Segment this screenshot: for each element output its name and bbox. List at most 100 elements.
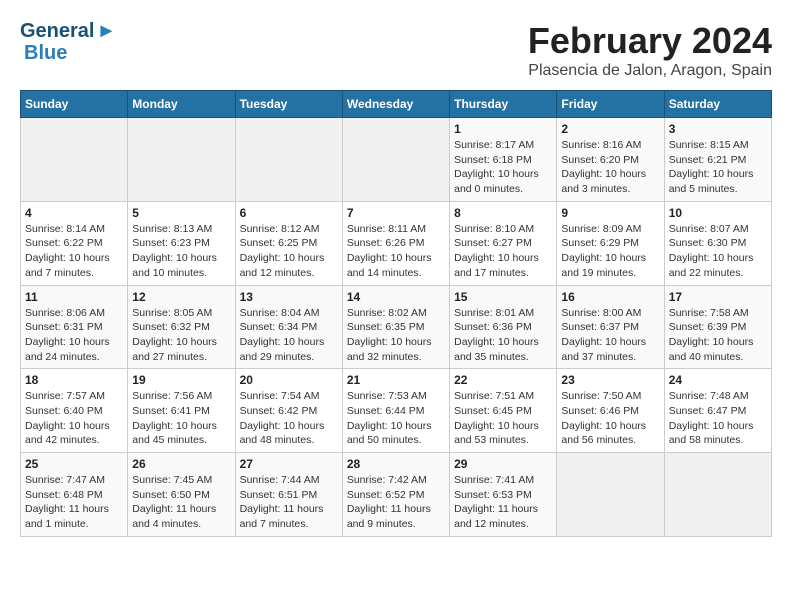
calendar-cell: 6 Sunrise: 8:12 AM Sunset: 6:25 PM Daylig…: [235, 201, 342, 285]
day-info: Sunrise: 8:10 AM Sunset: 6:27 PM Dayligh…: [454, 222, 552, 281]
day-number: 11: [25, 290, 123, 304]
day-number: 28: [347, 457, 445, 471]
header-wednesday: Wednesday: [342, 91, 449, 118]
day-info: Sunrise: 8:09 AM Sunset: 6:29 PM Dayligh…: [561, 222, 659, 281]
calendar-cell: 29 Sunrise: 7:41 AM Sunset: 6:53 PM Dayli…: [450, 453, 557, 537]
calendar-cell: 23 Sunrise: 7:50 AM Sunset: 6:46 PM Dayli…: [557, 369, 664, 453]
calendar-week-0: 1 Sunrise: 8:17 AM Sunset: 6:18 PM Daylig…: [21, 118, 772, 202]
day-number: 4: [25, 206, 123, 220]
calendar-cell: 17 Sunrise: 7:58 AM Sunset: 6:39 PM Dayli…: [664, 285, 771, 369]
header-saturday: Saturday: [664, 91, 771, 118]
calendar-cell: 25Sunrise: 7:47 AM Sunset: 6:48 PM Dayli…: [21, 453, 128, 537]
calendar-cell: 7 Sunrise: 8:11 AM Sunset: 6:26 PM Daylig…: [342, 201, 449, 285]
logo-blue: Blue: [24, 42, 116, 64]
day-number: 14: [347, 290, 445, 304]
header: General ► Blue February 2024 Plasencia d…: [20, 20, 772, 80]
calendar-cell: 8 Sunrise: 8:10 AM Sunset: 6:27 PM Daylig…: [450, 201, 557, 285]
day-info: Sunrise: 8:14 AM Sunset: 6:22 PM Dayligh…: [25, 222, 123, 281]
calendar-cell: 12Sunrise: 8:05 AM Sunset: 6:32 PM Dayli…: [128, 285, 235, 369]
calendar-cell: [21, 118, 128, 202]
logo: General ► Blue: [20, 20, 116, 64]
logo-general: General: [20, 20, 94, 42]
day-info: Sunrise: 7:58 AM Sunset: 6:39 PM Dayligh…: [669, 306, 767, 365]
day-info: Sunrise: 7:44 AM Sunset: 6:51 PM Dayligh…: [240, 473, 338, 532]
day-info: Sunrise: 7:54 AM Sunset: 6:42 PM Dayligh…: [240, 389, 338, 448]
day-info: Sunrise: 8:13 AM Sunset: 6:23 PM Dayligh…: [132, 222, 230, 281]
calendar-week-3: 18 Sunrise: 7:57 AM Sunset: 6:40 PM Dayli…: [21, 369, 772, 453]
header-monday: Monday: [128, 91, 235, 118]
header-thursday: Thursday: [450, 91, 557, 118]
calendar-cell: 3 Sunrise: 8:15 AM Sunset: 6:21 PM Daylig…: [664, 118, 771, 202]
day-info: Sunrise: 7:51 AM Sunset: 6:45 PM Dayligh…: [454, 389, 552, 448]
calendar-cell: 21Sunrise: 7:53 AM Sunset: 6:44 PM Dayli…: [342, 369, 449, 453]
day-number: 26: [132, 457, 230, 471]
day-info: Sunrise: 8:02 AM Sunset: 6:35 PM Dayligh…: [347, 306, 445, 365]
calendar-cell: 27 Sunrise: 7:44 AM Sunset: 6:51 PM Dayli…: [235, 453, 342, 537]
calendar-subtitle: Plasencia de Jalon, Aragon, Spain: [528, 62, 772, 80]
calendar-cell: 28 Sunrise: 7:42 AM Sunset: 6:52 PM Dayli…: [342, 453, 449, 537]
calendar-cell: [128, 118, 235, 202]
day-number: 7: [347, 206, 445, 220]
calendar-header-row: Sunday Monday Tuesday Wednesday Thursday…: [21, 91, 772, 118]
calendar-cell: 24Sunrise: 7:48 AM Sunset: 6:47 PM Dayli…: [664, 369, 771, 453]
calendar-cell: [664, 453, 771, 537]
calendar-cell: 9 Sunrise: 8:09 AM Sunset: 6:29 PM Daylig…: [557, 201, 664, 285]
day-info: Sunrise: 8:01 AM Sunset: 6:36 PM Dayligh…: [454, 306, 552, 365]
day-number: 20: [240, 373, 338, 387]
day-info: Sunrise: 7:47 AM Sunset: 6:48 PM Dayligh…: [25, 473, 123, 532]
calendar-cell: 19Sunrise: 7:56 AM Sunset: 6:41 PM Dayli…: [128, 369, 235, 453]
calendar-cell: 13 Sunrise: 8:04 AM Sunset: 6:34 PM Dayli…: [235, 285, 342, 369]
calendar-cell: 14 Sunrise: 8:02 AM Sunset: 6:35 PM Dayli…: [342, 285, 449, 369]
day-number: 15: [454, 290, 552, 304]
day-number: 8: [454, 206, 552, 220]
day-info: Sunrise: 8:15 AM Sunset: 6:21 PM Dayligh…: [669, 138, 767, 197]
day-number: 22: [454, 373, 552, 387]
day-number: 24: [669, 373, 767, 387]
day-number: 18: [25, 373, 123, 387]
calendar-week-4: 25Sunrise: 7:47 AM Sunset: 6:48 PM Dayli…: [21, 453, 772, 537]
day-info: Sunrise: 7:50 AM Sunset: 6:46 PM Dayligh…: [561, 389, 659, 448]
day-number: 19: [132, 373, 230, 387]
calendar-table: Sunday Monday Tuesday Wednesday Thursday…: [20, 90, 772, 537]
day-info: Sunrise: 7:57 AM Sunset: 6:40 PM Dayligh…: [25, 389, 123, 448]
day-info: Sunrise: 8:04 AM Sunset: 6:34 PM Dayligh…: [240, 306, 338, 365]
day-number: 27: [240, 457, 338, 471]
calendar-cell: 4 Sunrise: 8:14 AM Sunset: 6:22 PM Daylig…: [21, 201, 128, 285]
day-info: Sunrise: 8:12 AM Sunset: 6:25 PM Dayligh…: [240, 222, 338, 281]
day-number: 29: [454, 457, 552, 471]
day-info: Sunrise: 7:42 AM Sunset: 6:52 PM Dayligh…: [347, 473, 445, 532]
day-number: 17: [669, 290, 767, 304]
day-info: Sunrise: 8:11 AM Sunset: 6:26 PM Dayligh…: [347, 222, 445, 281]
day-number: 16: [561, 290, 659, 304]
day-number: 6: [240, 206, 338, 220]
header-friday: Friday: [557, 91, 664, 118]
calendar-cell: 20 Sunrise: 7:54 AM Sunset: 6:42 PM Dayli…: [235, 369, 342, 453]
day-info: Sunrise: 8:00 AM Sunset: 6:37 PM Dayligh…: [561, 306, 659, 365]
calendar-title: February 2024: [528, 20, 772, 62]
day-number: 21: [347, 373, 445, 387]
day-number: 23: [561, 373, 659, 387]
calendar-cell: 2Sunrise: 8:16 AM Sunset: 6:20 PM Daylig…: [557, 118, 664, 202]
calendar-cell: 11 Sunrise: 8:06 AM Sunset: 6:31 PM Dayli…: [21, 285, 128, 369]
calendar-cell: 22 Sunrise: 7:51 AM Sunset: 6:45 PM Dayli…: [450, 369, 557, 453]
day-number: 12: [132, 290, 230, 304]
day-info: Sunrise: 7:45 AM Sunset: 6:50 PM Dayligh…: [132, 473, 230, 532]
calendar-cell: [342, 118, 449, 202]
day-info: Sunrise: 8:17 AM Sunset: 6:18 PM Dayligh…: [454, 138, 552, 197]
day-number: 13: [240, 290, 338, 304]
calendar-cell: 1 Sunrise: 8:17 AM Sunset: 6:18 PM Daylig…: [450, 118, 557, 202]
calendar-cell: 10Sunrise: 8:07 AM Sunset: 6:30 PM Dayli…: [664, 201, 771, 285]
calendar-cell: 5Sunrise: 8:13 AM Sunset: 6:23 PM Daylig…: [128, 201, 235, 285]
calendar-cell: 18 Sunrise: 7:57 AM Sunset: 6:40 PM Dayli…: [21, 369, 128, 453]
day-info: Sunrise: 8:06 AM Sunset: 6:31 PM Dayligh…: [25, 306, 123, 365]
calendar-week-1: 4 Sunrise: 8:14 AM Sunset: 6:22 PM Daylig…: [21, 201, 772, 285]
calendar-cell: 26 Sunrise: 7:45 AM Sunset: 6:50 PM Dayli…: [128, 453, 235, 537]
day-info: Sunrise: 7:41 AM Sunset: 6:53 PM Dayligh…: [454, 473, 552, 532]
calendar-cell: 15 Sunrise: 8:01 AM Sunset: 6:36 PM Dayli…: [450, 285, 557, 369]
day-number: 1: [454, 122, 552, 136]
day-number: 9: [561, 206, 659, 220]
calendar-cell: 16 Sunrise: 8:00 AM Sunset: 6:37 PM Dayli…: [557, 285, 664, 369]
header-sunday: Sunday: [21, 91, 128, 118]
day-info: Sunrise: 8:16 AM Sunset: 6:20 PM Dayligh…: [561, 138, 659, 197]
day-number: 3: [669, 122, 767, 136]
